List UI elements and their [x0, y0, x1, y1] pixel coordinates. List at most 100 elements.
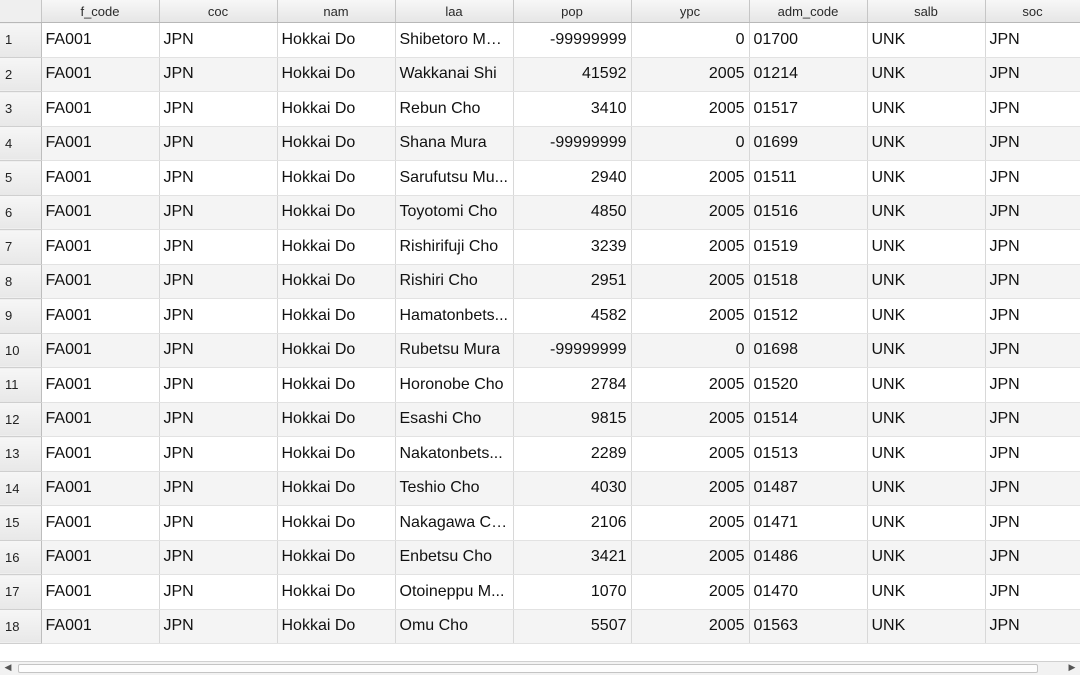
scrollbar-thumb[interactable] — [18, 664, 1038, 673]
column-header-f-code[interactable]: f_code — [41, 0, 160, 23]
scroll-left-arrow-icon[interactable]: ◀ — [0, 662, 16, 675]
cell-f-code[interactable]: FA001 — [41, 229, 160, 265]
cell-salb[interactable]: UNK — [867, 402, 986, 437]
cell-ypc[interactable]: 2005 — [631, 402, 750, 437]
table-row[interactable]: 10 FA001 JPN Hokkai Do Rubetsu Mura -99999999… — [0, 333, 1080, 368]
cell-adm-code[interactable]: 01511 — [749, 160, 868, 196]
cell-salb[interactable]: UNK — [867, 91, 986, 127]
cell-ypc[interactable]: 2005 — [631, 574, 750, 610]
cell-salb[interactable]: UNK — [867, 367, 986, 403]
table-row[interactable]: 6 FA001 JPN Hokkai Do Toyotomi Cho 4850 2005 01… — [0, 195, 1080, 230]
cell-adm-code[interactable]: 01520 — [749, 367, 868, 403]
cell-salb[interactable]: UNK — [867, 436, 986, 472]
cell-adm-code[interactable]: 01519 — [749, 229, 868, 265]
cell-salb[interactable]: UNK — [867, 57, 986, 92]
cell-f-code[interactable]: FA001 — [41, 264, 160, 299]
cell-ypc[interactable]: 2005 — [631, 91, 750, 127]
cell-nam[interactable]: Hokkai Do — [277, 57, 396, 92]
table-row[interactable]: 3 FA001 JPN Hokkai Do Rebun Cho 3410 2005 01517… — [0, 91, 1080, 127]
cell-pop[interactable]: 2940 — [513, 160, 632, 196]
table-row[interactable]: 18 FA001 JPN Hokkai Do Omu Cho 5507 2005 01563 U… — [0, 609, 1080, 644]
cell-pop[interactable]: 4850 — [513, 195, 632, 230]
cell-laa[interactable]: Horonobe Cho — [395, 367, 514, 403]
cell-ypc[interactable]: 2005 — [631, 471, 750, 506]
cell-adm-code[interactable]: 01514 — [749, 402, 868, 437]
table-row[interactable]: 1 FA001 JPN Hokkai Do Shibetoro Mura -9999999… — [0, 22, 1080, 58]
cell-salb[interactable]: UNK — [867, 540, 986, 575]
cell-adm-code[interactable]: 01518 — [749, 264, 868, 299]
cell-adm-code[interactable]: 01516 — [749, 195, 868, 230]
cell-f-code[interactable]: FA001 — [41, 367, 160, 403]
row-number-header[interactable]: 14 — [0, 471, 42, 506]
column-header-nam[interactable]: nam — [277, 0, 396, 23]
cell-coc[interactable]: JPN — [159, 609, 278, 644]
cell-laa[interactable]: Nakagawa Cho — [395, 505, 514, 541]
cell-soc[interactable]: JPN — [985, 609, 1080, 644]
cell-pop[interactable]: 4030 — [513, 471, 632, 506]
row-number-header[interactable]: 1 — [0, 22, 42, 58]
cell-pop[interactable]: 41592 — [513, 57, 632, 92]
table-row[interactable]: 5 FA001 JPN Hokkai Do Sarufutsu Mu... 2940 200… — [0, 160, 1080, 196]
cell-coc[interactable]: JPN — [159, 298, 278, 334]
cell-salb[interactable]: UNK — [867, 471, 986, 506]
table-row[interactable]: 4 FA001 JPN Hokkai Do Shana Mura -99999999 0 01… — [0, 126, 1080, 161]
cell-pop[interactable]: 5507 — [513, 609, 632, 644]
cell-nam[interactable]: Hokkai Do — [277, 471, 396, 506]
cell-laa[interactable]: Sarufutsu Mu... — [395, 160, 514, 196]
cell-nam[interactable]: Hokkai Do — [277, 126, 396, 161]
cell-ypc[interactable]: 2005 — [631, 540, 750, 575]
cell-coc[interactable]: JPN — [159, 195, 278, 230]
cell-adm-code[interactable]: 01517 — [749, 91, 868, 127]
cell-pop[interactable]: 1070 — [513, 574, 632, 610]
cell-salb[interactable]: UNK — [867, 574, 986, 610]
cell-pop[interactable]: -99999999 — [513, 333, 632, 368]
cell-f-code[interactable]: FA001 — [41, 609, 160, 644]
cell-nam[interactable]: Hokkai Do — [277, 505, 396, 541]
cell-soc[interactable]: JPN — [985, 333, 1080, 368]
cell-f-code[interactable]: FA001 — [41, 333, 160, 368]
cell-pop[interactable]: 3421 — [513, 540, 632, 575]
cell-soc[interactable]: JPN — [985, 471, 1080, 506]
cell-coc[interactable]: JPN — [159, 22, 278, 58]
cell-nam[interactable]: Hokkai Do — [277, 298, 396, 334]
cell-nam[interactable]: Hokkai Do — [277, 609, 396, 644]
cell-pop[interactable]: 3410 — [513, 91, 632, 127]
cell-soc[interactable]: JPN — [985, 126, 1080, 161]
table-row[interactable]: 9 FA001 JPN Hokkai Do Hamatonbets... 4582 2005… — [0, 298, 1080, 334]
cell-f-code[interactable]: FA001 — [41, 471, 160, 506]
cell-soc[interactable]: JPN — [985, 195, 1080, 230]
cell-f-code[interactable]: FA001 — [41, 126, 160, 161]
cell-pop[interactable]: -99999999 — [513, 22, 632, 58]
row-number-header[interactable]: 10 — [0, 333, 42, 368]
row-number-header[interactable]: 17 — [0, 574, 42, 610]
cell-laa[interactable]: Teshio Cho — [395, 471, 514, 506]
cell-soc[interactable]: JPN — [985, 229, 1080, 265]
cell-salb[interactable]: UNK — [867, 264, 986, 299]
row-number-header[interactable]: 11 — [0, 367, 42, 403]
cell-laa[interactable]: Esashi Cho — [395, 402, 514, 437]
table-row[interactable]: 8 FA001 JPN Hokkai Do Rishiri Cho 2951 2005 015… — [0, 264, 1080, 299]
table-row[interactable]: 2 FA001 JPN Hokkai Do Wakkanai Shi 41592 2005 0… — [0, 57, 1080, 92]
cell-salb[interactable]: UNK — [867, 22, 986, 58]
cell-ypc[interactable]: 2005 — [631, 160, 750, 196]
table-row[interactable]: 16 FA001 JPN Hokkai Do Enbetsu Cho 3421 2005 01… — [0, 540, 1080, 575]
cell-laa[interactable]: Nakatonbets... — [395, 436, 514, 472]
cell-coc[interactable]: JPN — [159, 229, 278, 265]
cell-soc[interactable]: JPN — [985, 298, 1080, 334]
cell-nam[interactable]: Hokkai Do — [277, 574, 396, 610]
column-header-pop[interactable]: pop — [513, 0, 632, 23]
cell-salb[interactable]: UNK — [867, 126, 986, 161]
cell-ypc[interactable]: 2005 — [631, 264, 750, 299]
cell-soc[interactable]: JPN — [985, 436, 1080, 472]
horizontal-scrollbar[interactable]: ◀ ▶ — [0, 661, 1080, 675]
cell-adm-code[interactable]: 01700 — [749, 22, 868, 58]
column-header-adm-code[interactable]: adm_code — [749, 0, 868, 23]
cell-nam[interactable]: Hokkai Do — [277, 264, 396, 299]
cell-f-code[interactable]: FA001 — [41, 402, 160, 437]
cell-f-code[interactable]: FA001 — [41, 540, 160, 575]
cell-nam[interactable]: Hokkai Do — [277, 160, 396, 196]
column-header-soc[interactable]: soc — [985, 0, 1080, 23]
cell-pop[interactable]: 2106 — [513, 505, 632, 541]
cell-salb[interactable]: UNK — [867, 333, 986, 368]
cell-soc[interactable]: JPN — [985, 22, 1080, 58]
